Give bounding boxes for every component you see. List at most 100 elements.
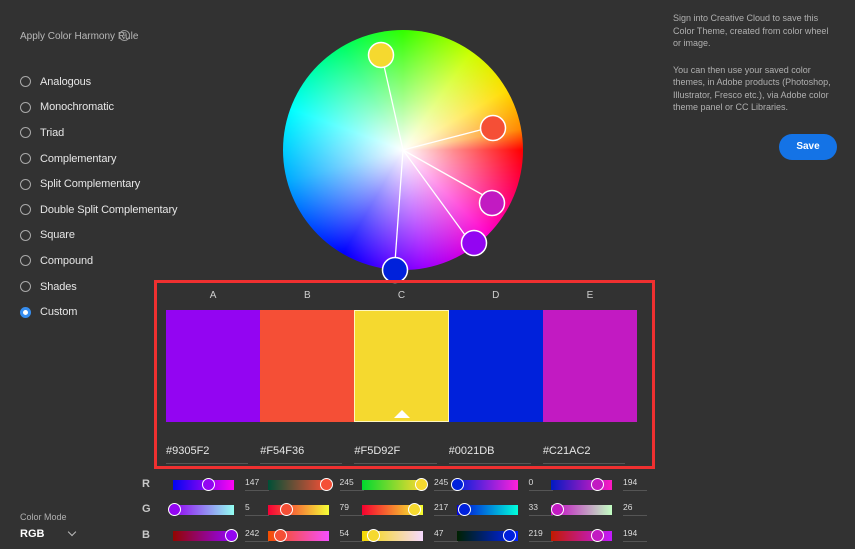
- swatch-label-a: A: [209, 290, 217, 301]
- rule-label: Square: [40, 229, 75, 242]
- wheel-handle-b[interactable]: [479, 114, 507, 142]
- rule-monochromatic[interactable]: Monochromatic: [20, 95, 177, 121]
- swatch-label-d: D: [492, 290, 500, 301]
- color-wheel[interactable]: [283, 30, 523, 284]
- slider-thumb[interactable]: [202, 478, 216, 491]
- rule-label: Triad: [40, 126, 65, 139]
- value-a-r[interactable]: 147: [245, 477, 269, 491]
- slider-thumb[interactable]: [320, 478, 334, 491]
- wheel-line-d: [394, 149, 404, 263]
- help-icon[interactable]: ?: [119, 30, 130, 41]
- value-b-g[interactable]: 79: [339, 502, 364, 516]
- sign-in-info: Sign into Creative Cloud to save this Co…: [673, 12, 833, 114]
- rule-analogous[interactable]: Analogous: [20, 69, 177, 95]
- wheel-handle-e[interactable]: [478, 189, 506, 217]
- value-e-r[interactable]: 194: [623, 477, 647, 491]
- hex-input-b[interactable]: [260, 443, 343, 464]
- slider-a-r[interactable]: [173, 478, 234, 491]
- slider-c-r[interactable]: [362, 478, 428, 491]
- slider-b-r[interactable]: [267, 478, 334, 491]
- color-mode-value: RGB: [20, 528, 45, 540]
- slider-thumb[interactable]: [591, 478, 605, 491]
- value-b-b[interactable]: 54: [339, 528, 364, 542]
- slider-thumb[interactable]: [280, 503, 294, 516]
- swatch-label-e: E: [586, 290, 594, 301]
- slider-thumb[interactable]: [591, 529, 605, 542]
- swatch-b[interactable]: [260, 310, 355, 422]
- slider-b-g[interactable]: [267, 503, 329, 516]
- slider-thumb[interactable]: [551, 503, 565, 516]
- hex-input-d[interactable]: [448, 443, 531, 464]
- slider-thumb[interactable]: [450, 478, 464, 491]
- rule-double-split-complementary[interactable]: Double Split Complementary: [20, 197, 178, 223]
- wheel-handle-a[interactable]: [460, 229, 488, 257]
- slider-c-b[interactable]: [362, 529, 423, 542]
- slider-b-b[interactable]: [267, 529, 329, 542]
- slider-thumb[interactable]: [458, 503, 472, 516]
- save-button[interactable]: Save: [779, 134, 837, 160]
- value-e-b[interactable]: 194: [623, 528, 647, 542]
- radio-icon[interactable]: [20, 281, 31, 293]
- value-d-g[interactable]: 33: [528, 502, 553, 516]
- swatch-a[interactable]: [166, 310, 261, 422]
- selected-caret-icon: [393, 410, 410, 418]
- radio-icon[interactable]: [20, 153, 31, 165]
- radio-icon[interactable]: [20, 127, 31, 139]
- slider-thumb[interactable]: [502, 529, 516, 542]
- rule-label: Compound: [40, 254, 94, 267]
- value-a-g[interactable]: 5: [245, 502, 269, 516]
- slider-thumb[interactable]: [414, 478, 428, 491]
- value-a-b[interactable]: 242: [245, 528, 269, 542]
- channel-label-r: R: [142, 478, 150, 490]
- wheel-handle-d[interactable]: [381, 256, 409, 284]
- radio-icon[interactable]: [20, 204, 31, 216]
- wheel-line-a: [402, 149, 466, 236]
- slider-e-b[interactable]: [551, 529, 612, 542]
- rule-label: Custom: [40, 306, 78, 319]
- value-b-r[interactable]: 245: [339, 477, 364, 491]
- slider-e-g[interactable]: [551, 503, 612, 516]
- value-e-g[interactable]: 26: [623, 502, 647, 516]
- slider-a-g[interactable]: [168, 503, 234, 516]
- value-c-b[interactable]: 47: [434, 528, 458, 542]
- rule-label: Monochromatic: [40, 101, 114, 114]
- swatch-c[interactable]: [354, 310, 449, 422]
- hex-input-e[interactable]: [542, 443, 626, 464]
- rule-square[interactable]: Square: [20, 223, 177, 249]
- radio-icon[interactable]: [20, 101, 31, 113]
- rule-triad[interactable]: Triad: [20, 120, 177, 146]
- swatch-row: [166, 310, 638, 422]
- value-c-g[interactable]: 217: [434, 502, 458, 516]
- slider-c-g[interactable]: [362, 503, 423, 516]
- color-mode-select[interactable]: RGB: [20, 527, 78, 540]
- slider-a-b[interactable]: [173, 529, 238, 542]
- slider-d-r[interactable]: [450, 478, 518, 491]
- rule-split-complementary[interactable]: Split Complementary: [20, 171, 177, 197]
- slider-thumb[interactable]: [367, 529, 381, 542]
- radio-icon[interactable]: [20, 76, 31, 88]
- slider-d-b[interactable]: [456, 529, 518, 542]
- value-d-b[interactable]: 219: [528, 528, 553, 542]
- hex-row: [166, 441, 637, 464]
- slider-thumb[interactable]: [274, 529, 288, 542]
- slider-thumb[interactable]: [224, 529, 238, 542]
- wheel-handle-c[interactable]: [367, 41, 395, 69]
- radio-icon[interactable]: [20, 229, 31, 241]
- rule-complementary[interactable]: Complementary: [20, 146, 177, 172]
- value-d-r[interactable]: 0: [528, 477, 553, 491]
- swatch-labels: A B C D E: [166, 290, 637, 301]
- slider-thumb[interactable]: [407, 503, 421, 516]
- radio-checked-icon[interactable]: [20, 306, 31, 318]
- slider-e-r[interactable]: [551, 478, 612, 491]
- radio-icon[interactable]: [20, 178, 31, 190]
- hex-input-a[interactable]: [166, 443, 249, 464]
- slider-thumb[interactable]: [168, 503, 182, 516]
- rule-compound[interactable]: Compound: [20, 248, 177, 274]
- swatch-e[interactable]: [542, 310, 638, 422]
- radio-icon[interactable]: [20, 255, 31, 267]
- hex-input-c[interactable]: [354, 443, 437, 464]
- wheel-line-b: [402, 128, 485, 151]
- swatch-d[interactable]: [448, 310, 543, 422]
- wheel-line-c: [381, 56, 404, 151]
- slider-d-g[interactable]: [456, 503, 518, 516]
